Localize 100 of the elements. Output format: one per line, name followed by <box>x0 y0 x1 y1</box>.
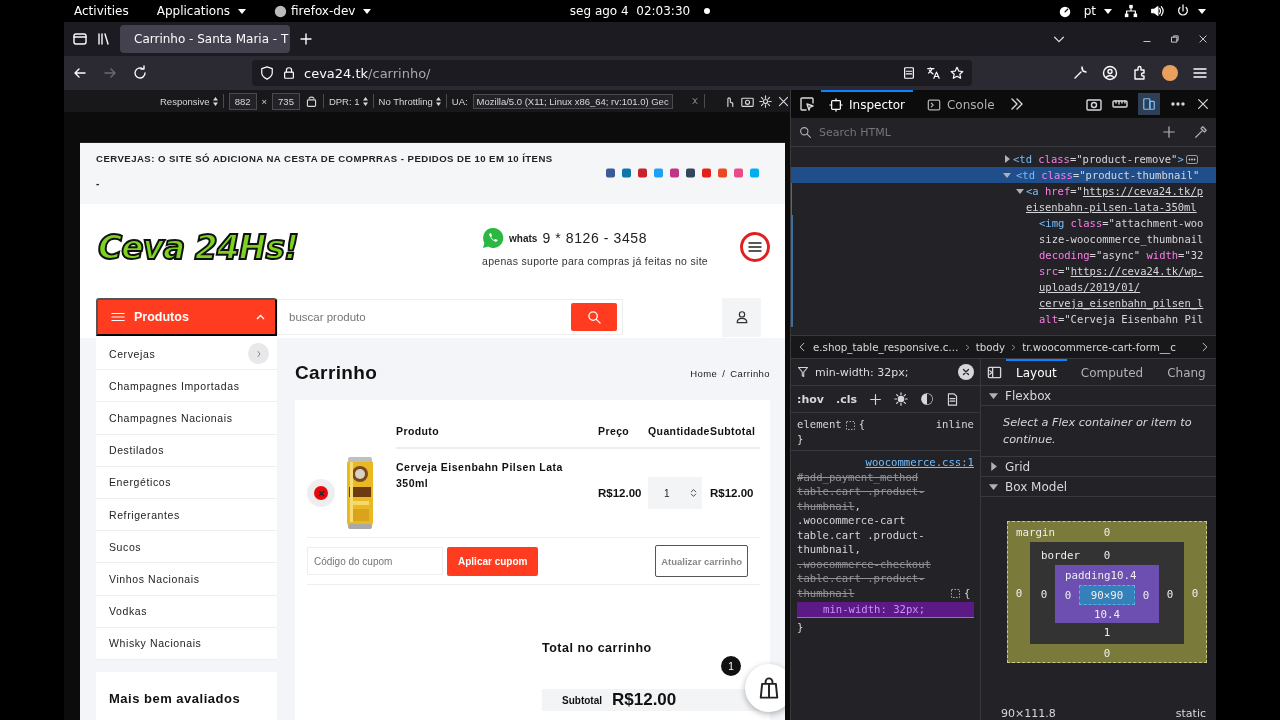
category-item[interactable]: Refrigerantes <box>96 498 277 532</box>
browser-tab[interactable]: Carrinho - Santa Maria - T <box>120 25 290 53</box>
devtools-tab[interactable]: Inspector <box>821 90 913 118</box>
height-field[interactable]: 735 <box>272 92 300 110</box>
box-model-value[interactable]: 0 <box>1015 586 1023 600</box>
rule-brace: } <box>797 432 804 445</box>
category-item[interactable]: Champagnes Nacionais <box>96 402 277 435</box>
category-item[interactable]: Vodkas <box>96 595 277 628</box>
breadcrumb-item[interactable]: tr.woocommerce-cart-form__c <box>1022 341 1176 353</box>
subtotal-value: R$12.00 <box>612 690 677 710</box>
box-model-value[interactable]: 10.4 <box>1094 607 1120 621</box>
markup-text: src="https://ceva24.tk/wp- <box>1039 264 1204 279</box>
page-title: Carrinho <box>295 362 378 384</box>
totals-title: Total no carrinho <box>542 641 653 655</box>
rule-source: inline <box>935 417 974 432</box>
box-model-label: padding <box>1064 568 1111 582</box>
device-selector[interactable]: Responsive <box>160 95 210 107</box>
search-field[interactable]: buscar produto <box>277 299 623 335</box>
markup-text: <td class="product-remove"> <box>1013 152 1184 167</box>
sidebar-tab[interactable]: Computed <box>1070 359 1154 385</box>
box-model-value[interactable]: 0 <box>1064 588 1072 602</box>
markup-text: cerveja_eisenbahn_pilsen_l <box>1039 296 1204 311</box>
dimension-separator: × <box>261 95 268 107</box>
widget-title: Mais bem avaliados <box>109 690 241 706</box>
column-header: Produto <box>396 425 440 437</box>
category-item[interactable]: Energéticos <box>96 466 277 499</box>
category-item[interactable]: Sucos <box>96 531 277 564</box>
section-header[interactable]: Box Model <box>1005 479 1068 494</box>
rule-brace: } <box>797 620 804 633</box>
sidebar-tab[interactable]: Layout <box>1006 359 1067 385</box>
box-model-value[interactable]: 0 <box>1142 588 1150 602</box>
element-size: 90×111.8 <box>1001 707 1056 720</box>
coupon-field[interactable]: Código do cupom <box>307 547 443 575</box>
filter-field[interactable]: min-width: 32px; <box>813 364 954 380</box>
category-item[interactable]: Champagnes Importadas <box>96 370 277 403</box>
breadcrumb-item[interactable]: Home <box>690 367 718 379</box>
markup-text: decoding="async" width="32 <box>1039 248 1204 263</box>
markup-text: eisenbahn-pilsen-lata-350ml <box>1026 200 1198 215</box>
markup-text: <td class="product-thumbnail" <box>1016 168 1200 183</box>
throttling-selector[interactable]: No Throttling <box>378 95 433 107</box>
toggle-button[interactable]: .cls <box>835 392 857 406</box>
box-model-value[interactable]: 0 <box>1103 525 1111 539</box>
applications-menu[interactable]: Applications <box>156 4 231 18</box>
flexbox-hint: Select a Flex container or item to continue. <box>981 406 1216 457</box>
breadcrumb-item[interactable]: e.shop_table_responsive.c… <box>813 341 959 353</box>
box-model-value[interactable]: 10.4 <box>1110 568 1137 582</box>
url-field[interactable]: ceva24.tk/carrinho/ <box>252 60 972 86</box>
contact-label: whats <box>509 232 538 244</box>
markup-text: uploads/2019/01/ <box>1039 280 1142 295</box>
product-name[interactable]: Cerveja Eisenbahn Pilsen Lata 350ml <box>396 459 598 491</box>
category-item[interactable]: Whisky Nacionais <box>96 627 277 660</box>
category-item[interactable]: Destilados <box>96 434 277 467</box>
products-menu-button[interactable]: Produtos <box>96 298 277 336</box>
app-menu[interactable]: firefox-dev <box>291 4 356 18</box>
rule-brace: { <box>964 586 971 599</box>
apply-coupon-button[interactable]: Aplicar cupom <box>447 546 539 576</box>
line-subtotal: R$12.00 <box>710 487 754 499</box>
breadcrumb-item[interactable]: tbody <box>975 341 1006 353</box>
markup-text: alt="Cerveja Eisenbahn Pil <box>1039 312 1204 327</box>
box-model-value[interactable]: 0 <box>1101 548 1113 562</box>
box-model-value[interactable]: 0 <box>1164 587 1176 601</box>
ua-label: UA: <box>451 95 468 107</box>
clock[interactable]: seg ago 4 02:03:30 <box>569 4 691 18</box>
element-position: static <box>1175 707 1206 720</box>
notice-dash: - <box>96 178 100 189</box>
width-field[interactable]: 882 <box>228 92 257 110</box>
activities-button[interactable]: Activities <box>74 4 129 18</box>
category-item[interactable]: Vinhos Nacionais <box>96 563 277 596</box>
css-declaration[interactable]: min-width: 32px; <box>797 602 974 618</box>
box-model-value[interactable]: 0 <box>1191 586 1199 600</box>
column-header: Preço <box>598 425 630 437</box>
notice-text: CERVEJAS: O SITE SÓ ADICIONA NA CESTA DE COMPRRAS - PEDIDOS DE 10 EM 10 ÍTENS <box>96 153 554 164</box>
box-model-label: margin <box>1015 525 1056 539</box>
column-header: Subtotal <box>710 425 756 437</box>
section-header[interactable]: Grid <box>1005 459 1031 474</box>
column-header: Quantidade <box>648 425 710 437</box>
phone-number: 9 * 8126 - 3458 <box>542 230 648 246</box>
dpr-selector[interactable]: DPR: 1 <box>328 95 360 107</box>
html-search-field[interactable]: Search HTML <box>817 124 1157 140</box>
markup-text: <img class="attachment-woo <box>1039 216 1204 231</box>
category-item[interactable]: Cervejas <box>96 338 277 371</box>
box-model-value[interactable]: 0 <box>1103 646 1111 660</box>
rule-selector: element <box>797 418 842 430</box>
devtools-tab[interactable]: Console <box>919 90 1003 118</box>
section-header[interactable]: Flexbox <box>1005 388 1052 403</box>
subtotal-label: Subtotal <box>562 694 602 706</box>
rule-selector: #add_payment_method table.cart .product-thumbnail, .woocommerce-cart table.cart .product-thumbnail, .woocommerce-checkout table.cart .product-thumbnail <box>797 469 932 600</box>
user-agent-field[interactable]: Mozilla/5.0 (X11; Linux x86_64; rv:101.0) Gec <box>472 93 673 109</box>
quantity-field[interactable]: 1 <box>648 477 702 509</box>
breadcrumb-item: Carrinho <box>730 367 770 379</box>
sidebar-tab[interactable]: Chang <box>1157 359 1216 385</box>
toggle-button[interactable]: :hov <box>797 392 824 406</box>
box-model-label: border <box>1040 548 1081 562</box>
markup-text: size-woocommerce_thumbnail <box>1039 232 1204 247</box>
box-model-value[interactable]: 0 <box>1038 587 1050 601</box>
markup-text: <a href="https://ceva24.tk/p <box>1026 184 1204 199</box>
language-menu[interactable]: pt <box>1083 4 1096 18</box>
contact-note: apenas suporte para compras já feitas no site <box>482 255 708 267</box>
rule-brace: { <box>858 418 866 430</box>
stylesheet-link[interactable]: woocommerce.css:1 <box>797 455 974 470</box>
